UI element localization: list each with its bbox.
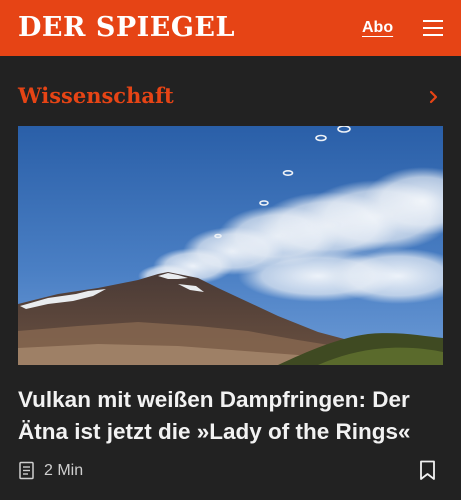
section-header[interactable]: Wissenschaft <box>0 76 461 116</box>
article-headline[interactable]: Vulkan mit weißen Dampfringen: Der Ätna … <box>18 384 443 448</box>
hamburger-menu-icon[interactable] <box>423 19 443 37</box>
spiegel-logo[interactable]: DER SPIEGEL <box>18 10 235 46</box>
chevron-right-icon[interactable] <box>428 90 440 104</box>
abo-link[interactable]: Abo <box>362 17 393 39</box>
reading-time: 2 Min <box>44 462 84 479</box>
article-meta: 2 Min <box>18 459 83 483</box>
article-image[interactable] <box>18 126 443 365</box>
volcano-illustration <box>18 126 443 365</box>
bookmark-icon[interactable] <box>419 460 436 481</box>
article-document-icon <box>19 461 34 480</box>
top-header: DER SPIEGEL Abo <box>0 0 461 56</box>
section-title[interactable]: Wissenschaft <box>18 82 174 110</box>
